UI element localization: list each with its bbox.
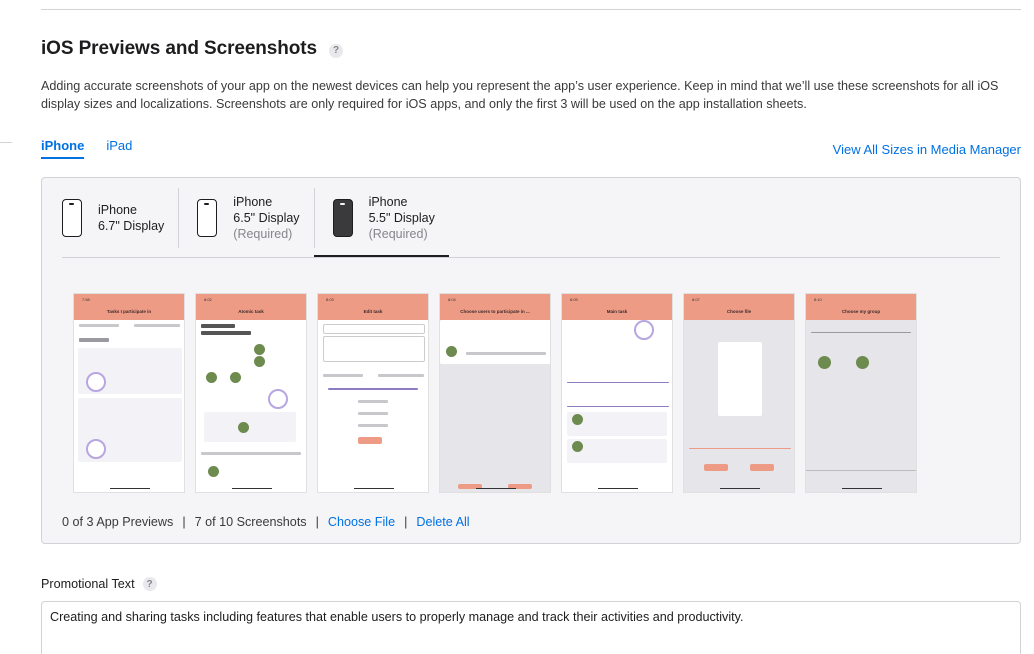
screenshot-thumbnail[interactable]: 7:58 Tasks I participate in (73, 293, 185, 493)
section-title: iOS Previews and Screenshots (41, 38, 317, 59)
device-size: 6.5" Display (233, 211, 300, 225)
view-all-sizes-link[interactable]: View All Sizes in Media Manager (833, 142, 1021, 157)
section-description: Adding accurate screenshots of your app … (41, 79, 999, 111)
separator: | (404, 515, 408, 529)
screenshot-panel: iPhone 6.7" Display iPhone 6.5" Display … (41, 177, 1021, 544)
device-size-tabs: iPhone 6.7" Display iPhone 6.5" Display … (60, 188, 450, 257)
screenshot-thumbnail[interactable]: 8:03 Edit task (317, 293, 429, 493)
platform-tabs: iPhone iPad (41, 138, 132, 159)
screenshot-thumbnail[interactable]: 8:02 Atomic task (195, 293, 307, 493)
screenshot-strip: 7:58 Tasks I participate in 8:02 Atomic ta… (73, 293, 917, 493)
device-tab-6-5[interactable]: iPhone 6.5" Display (Required) (178, 188, 313, 248)
screenshot-thumbnail[interactable]: 8:04 Choose users to participate in ... (439, 293, 551, 493)
previews-count: 0 of 3 App Previews (62, 515, 174, 529)
device-size: 6.7" Display (98, 219, 165, 233)
device-size: 5.5" Display (368, 211, 435, 225)
help-icon[interactable]: ? (329, 43, 343, 58)
device-required: (Required) (368, 227, 428, 241)
promotional-text-label: Promotional Text ? (41, 577, 157, 591)
tab-ipad[interactable]: iPad (106, 138, 132, 159)
device-tab-6-7[interactable]: iPhone 6.7" Display (60, 188, 178, 248)
delete-all-link[interactable]: Delete All (416, 515, 469, 529)
tab-iphone[interactable]: iPhone (41, 138, 85, 159)
screenshot-thumbnail[interactable]: 8:07 Choose file (683, 293, 795, 493)
promotional-text-title: Promotional Text (41, 577, 135, 591)
device-tabs-divider (62, 257, 1000, 258)
iphone-outline-icon (197, 199, 218, 237)
choose-file-link[interactable]: Choose File (328, 515, 395, 529)
separator: | (315, 515, 319, 529)
help-icon[interactable]: ? (142, 577, 157, 591)
screenshot-thumbnail[interactable]: 8:10 Choose my group (805, 293, 917, 493)
device-required: (Required) (233, 227, 293, 241)
iphone-outline-icon (62, 199, 82, 237)
device-tab-5-5[interactable]: iPhone 5.5" Display (Required) (313, 188, 450, 257)
device-name: iPhone (233, 195, 273, 209)
device-name: iPhone (368, 195, 408, 209)
section-header: iOS Previews and Screenshots ? (41, 38, 343, 60)
device-name: iPhone (98, 203, 137, 217)
screenshot-thumbnail[interactable]: 8:09 Main task (561, 293, 673, 493)
top-divider (41, 9, 1021, 10)
side-divider (0, 142, 12, 143)
screenshot-footer: 0 of 3 App Previews | 7 of 10 Screenshot… (62, 515, 470, 529)
separator: | (182, 515, 186, 529)
promotional-text-field[interactable]: Creating and sharing tasks including fea… (41, 601, 1021, 654)
iphone-filled-icon (332, 199, 353, 237)
screenshots-count: 7 of 10 Screenshots (194, 515, 307, 529)
